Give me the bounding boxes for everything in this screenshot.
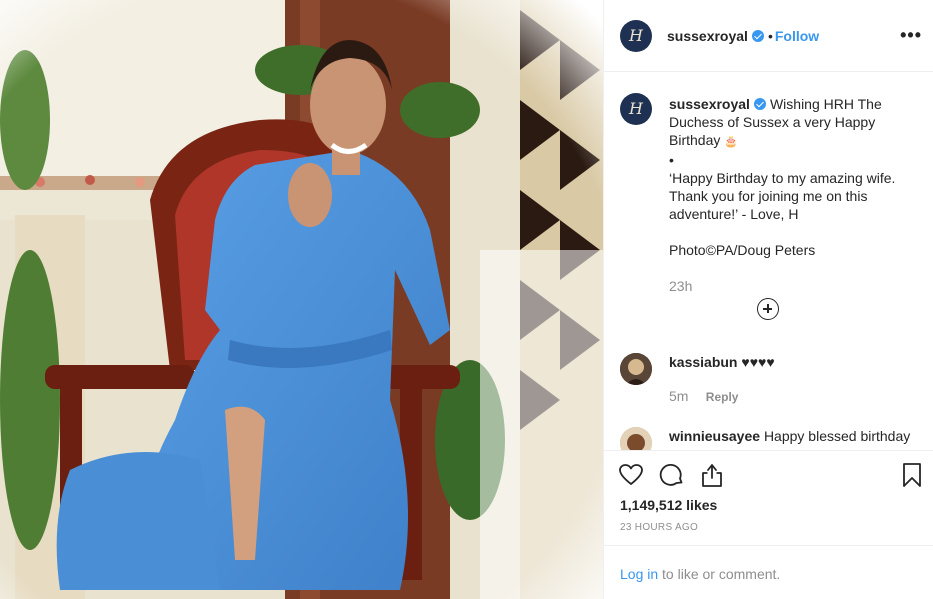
caption-username[interactable]: sussexroyal: [669, 96, 750, 112]
post-timestamp[interactable]: 23 HOURS AGO: [620, 522, 698, 533]
comment-text: ♥♥♥♥: [741, 354, 775, 370]
caption-verified-icon: [753, 98, 766, 110]
comment-item: kassiabun ♥♥♥♥ 5m Reply: [620, 353, 920, 413]
caption-avatar-monogram: H: [629, 99, 643, 118]
caption: sussexroyal Wishing HRH The Duchess of Su…: [669, 95, 909, 295]
avatar[interactable]: H: [620, 20, 652, 52]
login-link[interactable]: Log in: [620, 566, 658, 582]
comment-icon[interactable]: [659, 462, 685, 488]
follow-button[interactable]: Follow: [775, 28, 819, 44]
comment-username[interactable]: winnieusayee: [669, 428, 760, 444]
header-line: sussexroyal • Follow: [667, 28, 819, 46]
comment-item: winnieusayee Happy blessed birthday: [620, 427, 920, 450]
header-username[interactable]: sussexroyal: [667, 28, 748, 44]
avatar-monogram: H: [629, 26, 643, 45]
comment-text: Happy blessed birthday: [763, 428, 911, 444]
caption-credit: Photo©PA/Doug Peters: [669, 242, 816, 258]
commenter-avatar[interactable]: [620, 427, 652, 450]
comment-body: winnieusayee Happy blessed birthday: [669, 427, 919, 445]
login-prompt: Log in to like or comment.: [604, 545, 933, 599]
caption-quote: ‘Happy Birthday to my amazing wife. Than…: [669, 170, 900, 222]
photo-illustration: [0, 0, 603, 599]
comments-list: H sussexroyal Wishing HRH The Duchess of …: [604, 72, 933, 450]
birthday-cake-icon: 🎂: [724, 136, 738, 148]
header-separator: •: [767, 28, 773, 44]
likes-count[interactable]: 1,149,512 likes: [620, 497, 717, 513]
login-rest-text: to like or comment.: [662, 566, 781, 582]
login-prompt-text: Log in to like or comment.: [620, 566, 780, 582]
instagram-post: H sussexroyal • Follow ••• H sussexroyal Wi…: [0, 0, 933, 599]
post-photo[interactable]: [0, 0, 603, 599]
comment-username[interactable]: kassiabun: [669, 354, 737, 370]
share-icon[interactable]: [699, 462, 725, 488]
caption-bullet: •: [669, 152, 674, 168]
bookmark-icon[interactable]: [899, 462, 925, 488]
post-details-panel: H sussexroyal • Follow ••• H sussexroyal Wi…: [603, 0, 933, 599]
comment-body: kassiabun ♥♥♥♥: [669, 353, 919, 371]
post-header: H sussexroyal • Follow •••: [604, 0, 933, 72]
commenter-avatar-image: [620, 353, 652, 385]
commenter-avatar-image: [620, 427, 652, 450]
caption-time[interactable]: 23h: [669, 278, 692, 294]
verified-badge-icon: [751, 30, 764, 42]
caption-avatar[interactable]: H: [620, 93, 652, 125]
more-options-icon[interactable]: •••: [900, 26, 922, 44]
comment-time[interactable]: 5m: [669, 388, 688, 404]
reply-button[interactable]: Reply: [706, 390, 739, 404]
action-bar: [604, 450, 933, 500]
comment-meta: 5m Reply: [669, 388, 738, 404]
plus-circle-icon[interactable]: [757, 298, 779, 320]
commenter-avatar[interactable]: [620, 353, 652, 385]
heart-icon[interactable]: [618, 462, 644, 488]
